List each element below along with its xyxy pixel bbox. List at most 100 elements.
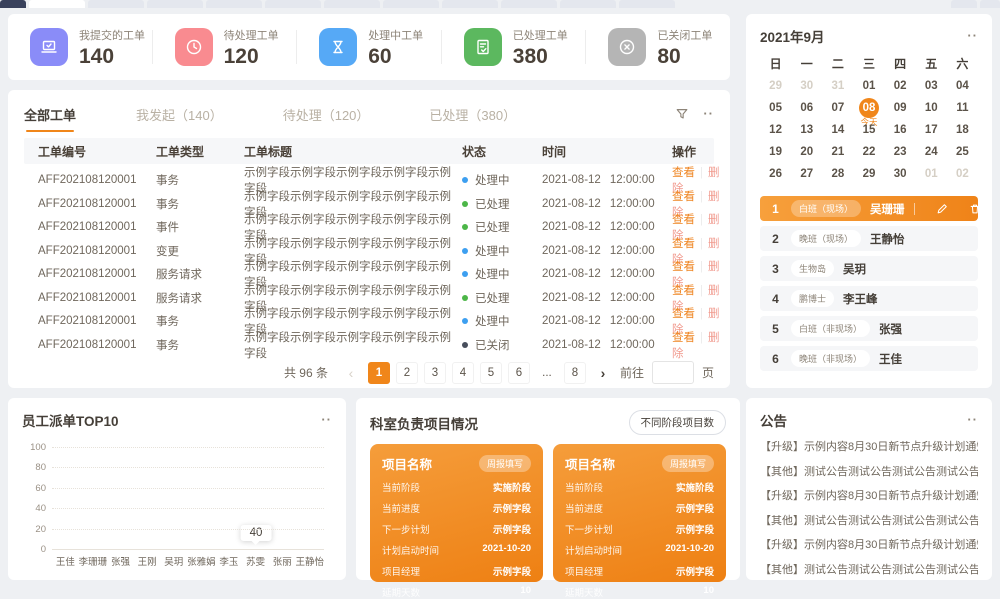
goto-page-input[interactable] <box>652 361 694 384</box>
calendar-day[interactable]: 03 <box>916 75 947 97</box>
calendar-day[interactable]: 06 <box>791 97 822 119</box>
calendar-day[interactable]: 15 <box>853 119 884 141</box>
gridline <box>52 447 324 448</box>
weekly-report-badge[interactable]: 周报填写 <box>662 455 714 472</box>
calendar-day[interactable]: 10 <box>916 97 947 119</box>
announcement-item[interactable]: 【其他】测试公告测试公告测试公告测试公告测试公告 <box>760 509 978 534</box>
calendar-day[interactable]: 13 <box>791 119 822 141</box>
schedule-row[interactable]: 6晚班（非现场）王佳 <box>760 346 978 371</box>
calendar-day[interactable]: 12 <box>760 119 791 141</box>
page-button[interactable]: 2 <box>396 362 418 384</box>
calendar-day[interactable]: 18 <box>947 119 978 141</box>
browser-tab[interactable] <box>501 0 557 8</box>
view-link[interactable]: 查看 <box>672 308 695 320</box>
announcement-item[interactable]: 【其他】测试公告测试公告测试公告测试公告测试公告 <box>760 558 978 583</box>
calendar-day[interactable]: 01 <box>853 75 884 97</box>
browser-tab[interactable] <box>206 0 262 8</box>
calendar-day[interactable]: 05 <box>760 97 791 119</box>
stage-count-button[interactable]: 不同阶段项目数 <box>629 410 727 435</box>
calendar-day[interactable]: 09 <box>885 97 916 119</box>
calendar-day[interactable]: 04 <box>947 75 978 97</box>
next-page-icon[interactable]: › <box>592 362 614 384</box>
browser-tab[interactable] <box>980 0 1000 8</box>
announcement-item[interactable]: 【其他】测试公告测试公告测试公告测试公告测试公告 <box>760 460 978 485</box>
calendar-day[interactable]: 21 <box>822 141 853 163</box>
status-dot-icon <box>462 248 468 254</box>
calendar-day[interactable]: 11 <box>947 97 978 119</box>
calendar-day[interactable]: 20 <box>791 141 822 163</box>
schedule-row[interactable]: 4鹏博士李王峰 <box>760 286 978 311</box>
calendar-day[interactable]: 16 <box>885 119 916 141</box>
view-link[interactable]: 查看 <box>672 285 695 297</box>
browser-tab[interactable] <box>265 0 321 8</box>
announcement-item[interactable]: 【升级】示例内容8月30日新节点升级计划通知 <box>760 435 978 460</box>
tab-我发起（140）[interactable]: 我发起（140） <box>136 105 223 124</box>
announcements-more-icon[interactable]: ·· <box>967 416 978 424</box>
browser-tab[interactable] <box>560 0 616 8</box>
calendar-day[interactable]: 17 <box>916 119 947 141</box>
calendar-day[interactable]: 26 <box>760 163 791 185</box>
page-button[interactable]: 6 <box>508 362 530 384</box>
schedule-row[interactable]: 1白班（现场）吴珊珊 <box>760 196 978 221</box>
view-link[interactable]: 查看 <box>672 191 695 203</box>
browser-tab[interactable] <box>442 0 498 8</box>
browser-tab[interactable] <box>324 0 380 8</box>
page-button[interactable]: 4 <box>452 362 474 384</box>
schedule-row[interactable]: 5白班（非现场）张强 <box>760 316 978 341</box>
edit-icon[interactable] <box>936 203 948 215</box>
calendar-day[interactable]: 29 <box>853 163 884 185</box>
calendar-day[interactable]: 22 <box>853 141 884 163</box>
tab-全部工单[interactable]: 全部工单 <box>24 105 76 124</box>
calendar-week: 12131415161718 <box>760 119 978 141</box>
more-icon[interactable]: ·· <box>703 110 714 118</box>
calendar-day[interactable]: 01 <box>916 163 947 185</box>
calendar-day[interactable]: 31 <box>822 75 853 97</box>
calendar-day[interactable]: 28 <box>822 163 853 185</box>
calendar-more-icon[interactable]: ·· <box>967 32 978 40</box>
calendar-day[interactable]: 07 <box>822 97 853 119</box>
browser-tab[interactable] <box>383 0 439 8</box>
calendar-day[interactable]: 02 <box>885 75 916 97</box>
browser-tab[interactable] <box>29 0 85 8</box>
schedule-row[interactable]: 3生物岛吴玥 <box>760 256 978 281</box>
calendar-day[interactable]: 19 <box>760 141 791 163</box>
calendar-day[interactable]: 29 <box>760 75 791 97</box>
view-link[interactable]: 查看 <box>672 214 695 226</box>
tab-待处理（120）[interactable]: 待处理（120） <box>283 105 370 124</box>
calendar-day[interactable]: 27 <box>791 163 822 185</box>
calendar-day[interactable]: 30 <box>885 163 916 185</box>
browser-tab-strip[interactable] <box>0 0 1000 8</box>
browser-tab[interactable] <box>147 0 203 8</box>
view-link[interactable]: 查看 <box>672 332 695 344</box>
tab-已处理（380）[interactable]: 已处理（380） <box>429 105 516 124</box>
page-button[interactable]: 8 <box>564 362 586 384</box>
view-link[interactable]: 查看 <box>672 238 695 250</box>
calendar-day[interactable]: 25 <box>947 141 978 163</box>
page-button[interactable]: 3 <box>424 362 446 384</box>
filter-icon[interactable] <box>675 107 689 121</box>
cell-title: 示例字段示例字段示例字段示例字段示例字段 <box>244 329 462 361</box>
calendar-day[interactable]: 24 <box>916 141 947 163</box>
shift-badge: 白班（非现场） <box>791 320 870 337</box>
view-link[interactable]: 查看 <box>672 261 695 273</box>
browser-tab[interactable] <box>951 0 977 8</box>
view-link[interactable]: 查看 <box>672 167 695 179</box>
page-button[interactable]: 5 <box>480 362 502 384</box>
weekly-report-badge[interactable]: 周报填写 <box>479 455 531 472</box>
calendar-day[interactable]: 14 <box>822 119 853 141</box>
announcement-item[interactable]: 【升级】示例内容8月30日新节点升级计划通知 <box>760 484 978 509</box>
browser-tab[interactable] <box>0 0 26 8</box>
calendar-day[interactable]: 30 <box>791 75 822 97</box>
calendar-day[interactable]: 08今天 <box>853 97 884 119</box>
announcement-item[interactable]: 【升级】示例内容8月30日新节点升级计划通知 <box>760 533 978 558</box>
calendar-day[interactable]: 02 <box>947 163 978 185</box>
schedule-row[interactable]: 2晚班（现场）王静怡 <box>760 226 978 251</box>
chart-more-icon[interactable]: ·· <box>321 416 332 424</box>
prev-page-icon[interactable]: ‹ <box>340 362 362 384</box>
page-button[interactable]: 1 <box>368 362 390 384</box>
calendar-day[interactable]: 23 <box>885 141 916 163</box>
browser-tab[interactable] <box>88 0 144 8</box>
trash-icon[interactable] <box>969 203 981 215</box>
page-ellipsis[interactable]: ... <box>536 362 558 384</box>
browser-tab[interactable] <box>619 0 675 8</box>
